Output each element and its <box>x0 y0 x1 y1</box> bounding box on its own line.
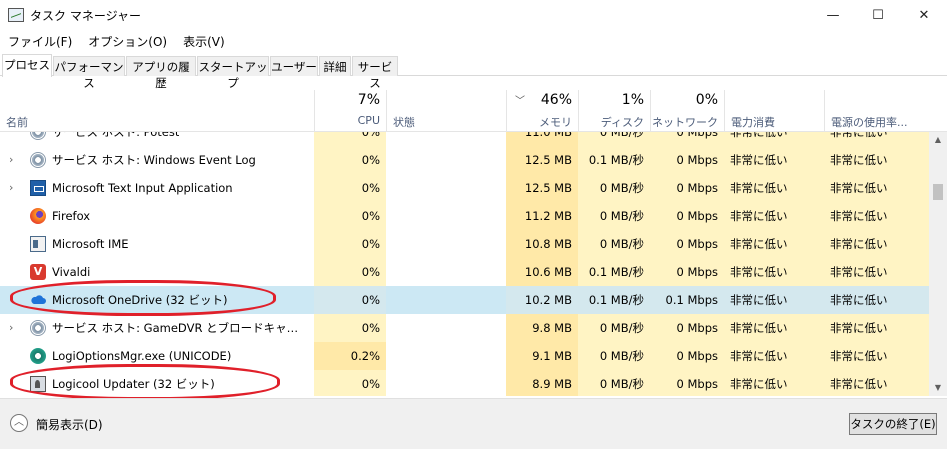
tab-startup[interactable]: スタートアップ <box>197 56 269 90</box>
vertical-scrollbar[interactable]: ▲ ▼ <box>929 132 947 396</box>
minimize-button[interactable]: — <box>810 0 856 30</box>
table-row[interactable]: › Microsoft Text Input Application 0% 12… <box>0 174 929 202</box>
menu-file[interactable]: ファイル(F) <box>0 31 80 51</box>
onedrive-icon <box>31 295 46 304</box>
menu-view[interactable]: 表示(V) <box>175 31 233 51</box>
gear-icon <box>30 152 46 168</box>
process-list: サービス ホスト: Potest 0% 11.0 MB 0 MB/秒 0 Mbp… <box>0 132 929 396</box>
updater-icon <box>30 376 46 392</box>
fewer-details-link[interactable]: 簡易表示(D) <box>36 416 103 433</box>
table-row[interactable]: › サービス ホスト: GameDVR とブロードキャスト ユーザー ... 0… <box>0 314 929 342</box>
header-power-trend[interactable]: 電源の使用率... <box>824 90 929 132</box>
menu-options[interactable]: オプション(O) <box>80 31 175 51</box>
table-row[interactable]: Logicool Updater (32 ビット) 0% 8.9 MB 0 MB… <box>0 370 929 396</box>
task-manager-icon <box>8 8 24 22</box>
network-total: 0% <box>695 92 718 108</box>
process-name: サービス ホスト: GameDVR とブロードキャスト ユーザー ... <box>52 321 308 335</box>
process-name: Firefox <box>52 209 91 223</box>
header-disk[interactable]: 1% ディスク <box>578 90 650 132</box>
process-name: Microsoft OneDrive (32 ビット) <box>52 293 228 307</box>
sort-down-icon: ﹀ <box>515 96 525 107</box>
chevron-up-icon[interactable]: ︿ <box>10 414 28 432</box>
tab-services[interactable]: サービス <box>352 56 398 90</box>
menu-bar: ファイル(F) オプション(O) 表示(V) <box>0 31 233 51</box>
process-name: Logicool Updater (32 ビット) <box>52 377 215 391</box>
gear-icon <box>30 132 46 140</box>
tab-users[interactable]: ユーザー <box>270 56 318 76</box>
scroll-thumb[interactable] <box>933 184 943 200</box>
tab-app-history[interactable]: アプリの履歴 <box>126 56 196 90</box>
tab-processes[interactable]: プロセス <box>2 54 52 77</box>
maximize-button[interactable]: ☐ <box>855 0 901 30</box>
expand-chevron-icon[interactable]: › <box>9 146 13 174</box>
table-row[interactable]: LogiOptionsMgr.exe (UNICODE) 0.2% 9.1 MB… <box>0 342 929 370</box>
tab-details[interactable]: 詳細 <box>319 56 351 76</box>
table-row[interactable]: サービス ホスト: Potest 0% 11.0 MB 0 MB/秒 0 Mbp… <box>0 132 929 146</box>
column-header: 名前 7% CPU 状態 ﹀ 46% メモリ 1% ディスク 0% ネットワーク… <box>0 90 947 132</box>
table-row[interactable]: › サービス ホスト: Windows Event Log 0% 12.5 MB… <box>0 146 929 174</box>
header-name[interactable]: 名前 <box>0 90 314 132</box>
tab-performance[interactable]: パフォーマンス <box>53 56 125 90</box>
process-name: Microsoft IME <box>52 237 129 251</box>
table-row-selected[interactable]: Microsoft OneDrive (32 ビット) 0% 10.2 MB 0… <box>0 286 929 314</box>
logi-options-icon <box>30 348 46 364</box>
header-memory[interactable]: ﹀ 46% メモリ <box>506 90 578 132</box>
window-title: タスク マネージャー <box>30 9 141 23</box>
disk-total: 1% <box>621 92 644 108</box>
process-name: Vivaldi <box>52 265 91 279</box>
process-name: サービス ホスト: Potest <box>52 132 180 139</box>
ime-icon <box>30 236 46 252</box>
footer-bar: ︿ 簡易表示(D) タスクの終了(E) <box>0 398 947 449</box>
header-power[interactable]: 電力消費 <box>724 90 824 132</box>
tab-bar: プロセス パフォーマンス アプリの履歴 スタートアップ ユーザー 詳細 サービス <box>0 54 947 90</box>
expand-chevron-icon[interactable]: › <box>9 174 13 202</box>
vivaldi-icon: V <box>30 264 46 280</box>
memory-total: 46% <box>540 92 572 108</box>
firefox-icon <box>30 208 46 224</box>
process-name: LogiOptionsMgr.exe (UNICODE) <box>52 349 232 363</box>
table-row[interactable]: V Vivaldi 0% 10.6 MB 0.1 MB/秒 0 Mbps 非常に… <box>0 258 929 286</box>
close-button[interactable]: ✕ <box>901 0 947 30</box>
cpu-total: 7% <box>357 92 380 108</box>
scroll-up-icon[interactable]: ▲ <box>929 132 947 148</box>
header-network[interactable]: 0% ネットワーク <box>650 90 724 132</box>
process-name: Microsoft Text Input Application <box>52 181 233 195</box>
expand-chevron-icon[interactable]: › <box>9 314 13 342</box>
keyboard-icon <box>30 180 46 196</box>
header-status[interactable]: 状態 <box>386 90 506 132</box>
table-row[interactable]: Microsoft IME 0% 10.8 MB 0 MB/秒 0 Mbps 非… <box>0 230 929 258</box>
title-bar: タスク マネージャー — ☐ ✕ <box>0 0 947 30</box>
process-name: サービス ホスト: Windows Event Log <box>52 153 256 167</box>
end-task-button[interactable]: タスクの終了(E) <box>849 413 937 435</box>
gear-icon <box>30 320 46 336</box>
header-cpu[interactable]: 7% CPU <box>314 90 386 132</box>
table-row[interactable]: Firefox 0% 11.2 MB 0 MB/秒 0 Mbps 非常に低い 非… <box>0 202 929 230</box>
scroll-down-icon[interactable]: ▼ <box>929 380 947 396</box>
